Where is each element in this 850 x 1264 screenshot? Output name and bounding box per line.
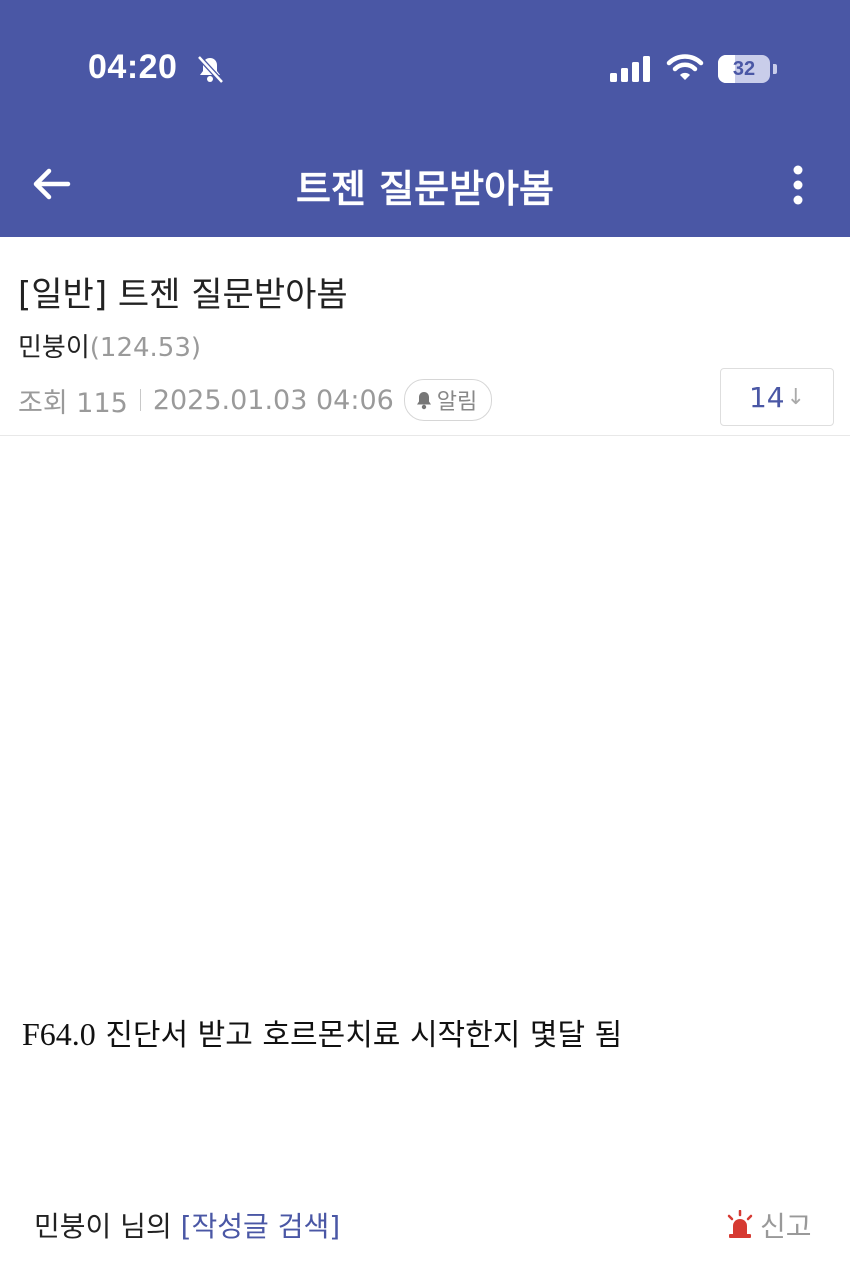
comment-jump-button[interactable]: 14 ↓: [720, 368, 834, 426]
more-vertical-icon[interactable]: [788, 162, 808, 208]
alarm-label: 알림: [436, 390, 478, 415]
page-title: 트젠 질문받아봄: [296, 167, 554, 211]
author-name[interactable]: 민붕이: [18, 333, 90, 363]
view-count: 조회 115: [18, 387, 128, 419]
report-label: 신고: [760, 1210, 812, 1243]
content-diagnosis-code: F64.0: [22, 1016, 96, 1052]
post-author[interactable]: 민붕이(124.53): [18, 327, 201, 364]
meta-divider: [139, 389, 141, 411]
post-header: [일반] 트젠 질문받아봄 민붕이(124.53) 조회 115 2025.01…: [0, 237, 850, 436]
battery-tip: [773, 64, 777, 74]
post-footer: 민붕이 님의 [작성글 검색] 신고: [0, 1185, 850, 1264]
post-content: F64.0 진단서 받고 호르몬치료 시작한지 몇달 됨: [22, 1010, 622, 1054]
status-time: 04:20: [88, 48, 178, 86]
siren-icon: [727, 1210, 753, 1238]
comment-count: 14: [748, 380, 785, 414]
author-search: 민붕이 님의 [작성글 검색]: [34, 1205, 340, 1245]
post-title: [일반] 트젠 질문받아봄: [18, 275, 348, 315]
bell-icon: [416, 392, 431, 410]
content-text: 진단서 받고 호르몬치료 시작한지 몇달 됨: [95, 1018, 623, 1053]
alarm-button[interactable]: 알림: [403, 379, 493, 421]
report-button[interactable]: 신고: [726, 1205, 812, 1245]
battery-indicator: 32: [718, 55, 770, 83]
author-posts-search-link[interactable]: [작성글 검색]: [181, 1210, 341, 1243]
signal-icon: [610, 56, 650, 82]
battery-level: 32: [732, 57, 756, 80]
down-arrow-icon: ↓: [786, 384, 806, 410]
top-bar: 04:20 32 트젠 질문받아봄: [0, 0, 850, 237]
post-meta: 조회 115 2025.01.03 04:06 알림: [18, 379, 493, 421]
search-prefix: 민붕이 님의: [34, 1210, 181, 1243]
bell-off-icon: [197, 55, 224, 84]
wifi-icon: [666, 54, 704, 80]
post-date: 2025.01.03 04:06: [152, 384, 394, 416]
author-ip: (124.53): [89, 333, 202, 363]
